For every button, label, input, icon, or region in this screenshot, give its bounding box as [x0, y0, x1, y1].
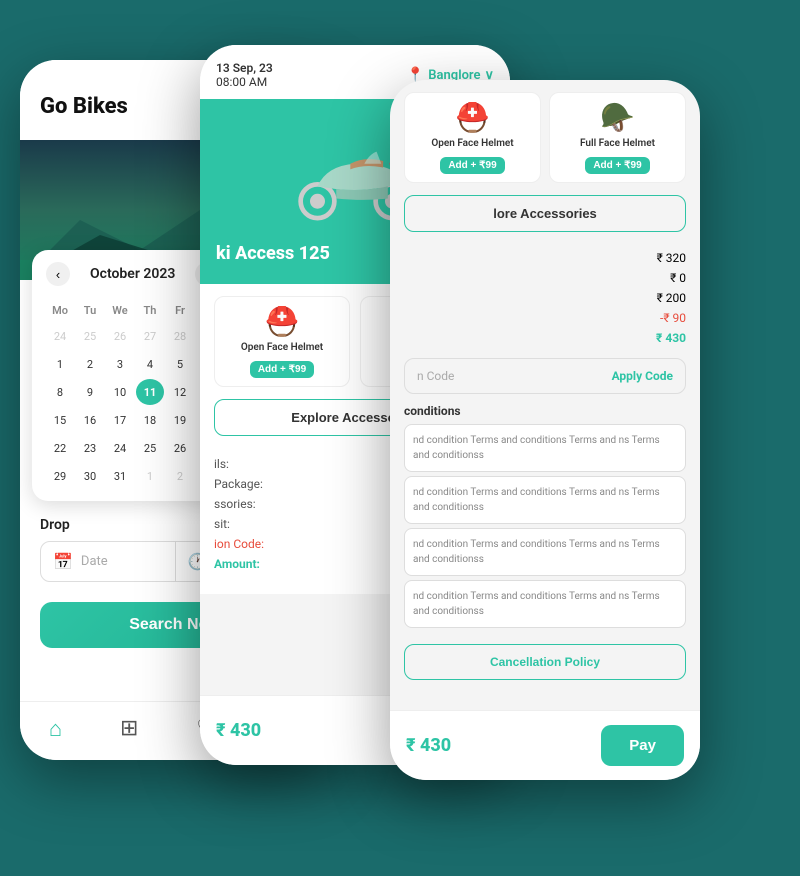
- cal-cell[interactable]: 5: [166, 351, 194, 377]
- terms-text-1: nd condition Terms and conditions Terms …: [404, 424, 686, 472]
- open-helmet-name: Open Face Helmet: [223, 342, 341, 353]
- cal-cell[interactable]: 1: [46, 351, 74, 377]
- cal-cell[interactable]: 24: [46, 323, 74, 349]
- cal-cell[interactable]: 22: [46, 435, 74, 461]
- open-helmet-icon: ⛑️: [223, 305, 341, 338]
- terms-text-4: nd condition Terms and conditions Terms …: [404, 580, 686, 628]
- accessory-card-open-3: ⛑️ Open Face Helmet Add + ₹99: [404, 92, 541, 183]
- cal-cell[interactable]: 25: [76, 323, 104, 349]
- details-label-text: ils:: [214, 457, 229, 471]
- app-title: Go Bikes: [40, 94, 128, 119]
- p3-value-3: ₹ 200: [657, 291, 686, 305]
- phone-3: ⛑️ Open Face Helmet Add + ₹99 🪖 Full Fac…: [390, 80, 700, 780]
- cal-month-year: October 2023: [90, 266, 175, 282]
- cal-cell[interactable]: 23: [76, 435, 104, 461]
- cal-cell[interactable]: 1: [136, 463, 164, 489]
- open-helmet-btn-3[interactable]: Add + ₹99: [440, 157, 504, 174]
- cal-cell[interactable]: 18: [136, 407, 164, 433]
- full-helmet-icon-3: 🪖: [558, 101, 677, 134]
- drop-date-field[interactable]: 📅 Date: [41, 542, 175, 581]
- day-tu: Tu: [76, 304, 104, 317]
- price-3-row-5: ₹ 430: [404, 328, 686, 348]
- cal-cell[interactable]: 19: [166, 407, 194, 433]
- day-we: We: [106, 304, 134, 317]
- cal-cell[interactable]: 27: [136, 323, 164, 349]
- cal-cell[interactable]: 10: [106, 379, 134, 405]
- cal-header: ‹ October 2023 ›: [46, 262, 219, 286]
- cal-cell[interactable]: 4: [136, 351, 164, 377]
- cal-cell[interactable]: 12: [166, 379, 194, 405]
- phone-3-bottom: ₹ 430 Pay: [390, 710, 700, 780]
- cal-cell[interactable]: 31: [106, 463, 134, 489]
- p3-value-2: ₹ 0: [670, 271, 686, 285]
- topbar-time: 08:00 AM: [216, 75, 273, 89]
- cal-cell[interactable]: 30: [76, 463, 104, 489]
- coupon-row[interactable]: n Code Apply Code: [404, 358, 686, 394]
- terms-section: conditions nd condition Terms and condit…: [404, 404, 686, 628]
- cal-cell[interactable]: 29: [46, 463, 74, 489]
- accessory-card-open-helmet: ⛑️ Open Face Helmet Add + ₹99: [214, 296, 350, 387]
- terms-text-2: nd condition Terms and conditions Terms …: [404, 476, 686, 524]
- phone-3-pay-btn[interactable]: Pay: [601, 725, 684, 766]
- open-helmet-add-btn[interactable]: Add + ₹99: [250, 361, 314, 378]
- full-helmet-btn-3[interactable]: Add + ₹99: [585, 157, 649, 174]
- cal-cell[interactable]: 25: [136, 435, 164, 461]
- terms-text-3: nd condition Terms and conditions Terms …: [404, 528, 686, 576]
- cal-cell[interactable]: 2: [166, 463, 194, 489]
- coupon-input[interactable]: n Code: [417, 369, 612, 383]
- price-3-row-2: ₹ 0: [404, 268, 686, 288]
- open-helmet-name-3: Open Face Helmet: [413, 138, 532, 149]
- scene: Go Bikes 🏍️ ‹ October 2023 › AM: [0, 0, 800, 876]
- cancellation-policy-btn[interactable]: Cancellation Policy: [404, 644, 686, 680]
- phone-3-total: ₹ 430: [406, 735, 451, 756]
- price-3-row-1: ₹ 320: [404, 248, 686, 268]
- accessory-card-full-3: 🪖 Full Face Helmet Add + ₹99: [549, 92, 686, 183]
- deposit-label: sit:: [214, 517, 230, 531]
- explore-btn-3[interactable]: lore Accessories: [404, 195, 686, 232]
- cal-cell[interactable]: 2: [76, 351, 104, 377]
- topbar-date: 13 Sep, 23: [216, 61, 273, 75]
- phone-2-total-price: ₹ 430: [216, 720, 261, 741]
- accessories-label: ssories:: [214, 497, 256, 511]
- cal-cell[interactable]: 8: [46, 379, 74, 405]
- package-label: Package:: [214, 477, 263, 491]
- discount-label: ion Code:: [214, 537, 264, 551]
- topbar-datetime: 13 Sep, 23 08:00 AM: [216, 61, 273, 89]
- day-mo: Mo: [46, 304, 74, 317]
- cal-cell[interactable]: 24: [106, 435, 134, 461]
- cal-prev-btn[interactable]: ‹: [46, 262, 70, 286]
- p3-value-4: -₹ 90: [660, 311, 686, 325]
- phone-3-scroll: ⛑️ Open Face Helmet Add + ₹99 🪖 Full Fac…: [390, 80, 700, 710]
- cal-cell[interactable]: 28: [166, 323, 194, 349]
- cal-cell[interactable]: 9: [76, 379, 104, 405]
- nav-home-icon[interactable]: ⌂: [49, 716, 62, 742]
- p3-value-5: ₹ 430: [656, 331, 686, 345]
- p3-value-1: ₹ 320: [657, 251, 686, 265]
- drop-date-text: Date: [81, 554, 108, 569]
- price-3-row-3: ₹ 200: [404, 288, 686, 308]
- cal-cell[interactable]: 26: [166, 435, 194, 461]
- nav-grid-icon[interactable]: ⊞: [120, 716, 138, 742]
- apply-code-btn[interactable]: Apply Code: [612, 369, 673, 383]
- cal-cell[interactable]: 26: [106, 323, 134, 349]
- cal-cell[interactable]: 17: [106, 407, 134, 433]
- day-fr: Fr: [166, 304, 194, 317]
- accessories-row-3: ⛑️ Open Face Helmet Add + ₹99 🪖 Full Fac…: [404, 92, 686, 183]
- cal-cell[interactable]: 3: [106, 351, 134, 377]
- full-helmet-name-3: Full Face Helmet: [558, 138, 677, 149]
- price-3-row-4: -₹ 90: [404, 308, 686, 328]
- cal-cell[interactable]: 15: [46, 407, 74, 433]
- date-text: 13 Sep, 23: [216, 61, 273, 75]
- open-helmet-icon-3: ⛑️: [413, 101, 532, 134]
- total-label: Amount:: [214, 557, 260, 571]
- day-th: Th: [136, 304, 164, 317]
- calendar-icon: 📅: [53, 552, 73, 571]
- terms-title: conditions: [404, 404, 686, 418]
- cal-cell[interactable]: 16: [76, 407, 104, 433]
- cal-cell-selected[interactable]: 11: [136, 379, 164, 405]
